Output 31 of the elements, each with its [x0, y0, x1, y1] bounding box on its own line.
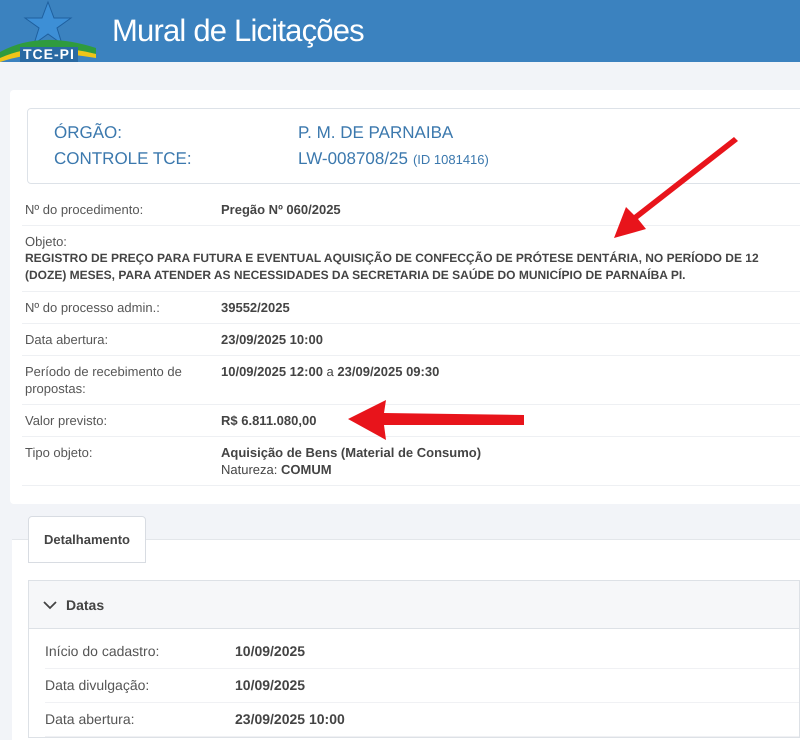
field-value: 10/09/2025: [235, 677, 306, 694]
field-label: Valor previsto:: [25, 412, 108, 429]
field-value: R$ 6.811.080,00: [221, 412, 316, 429]
field-label: Data abertura:: [45, 711, 136, 728]
tab[interactable]: Detalhamento: [28, 516, 146, 563]
field-value: Pregão Nº 060/2025: [221, 201, 341, 218]
field-value: 39552/2025: [221, 299, 290, 316]
field-label: Período de recebimento de propostas:: [25, 363, 183, 397]
id-text: (ID 1081416): [412, 151, 489, 169]
summary-value: P. M. DE PARNAIBA: [298, 122, 454, 144]
summary-label: ÓRGÃO:: [54, 122, 124, 144]
field-label: Objeto:: [25, 233, 68, 250]
field-label: Início do cadastro:: [45, 643, 160, 660]
field-value: 10/09/2025: [235, 643, 306, 660]
field-label: Nº do processo admin.:: [25, 299, 161, 316]
field-note: Natureza: COMUM: [221, 461, 333, 478]
field-label: Data divulgação:: [45, 677, 150, 694]
logo-text: TCE-PI: [20, 47, 78, 62]
chevron-icon: [43, 600, 57, 610]
page-title: Mural de Licitações: [112, 13, 364, 49]
field-value: 10/09/2025 12:00 a 23/09/2025 09:30: [221, 363, 440, 380]
field-value: 23/09/2025 10:00: [235, 711, 345, 728]
field-value: 23/09/2025 10:00: [221, 331, 323, 348]
summary-label: CONTROLE TCE:: [54, 148, 193, 170]
field-label: Data abertura:: [25, 331, 110, 348]
field-label: Nº do procedimento:: [25, 201, 144, 218]
field-label: Tipo objeto:: [25, 444, 94, 462]
field-value: Aquisição de Bens (Material de Consumo): [221, 444, 482, 461]
summary-value: LW-008708/25: [298, 148, 408, 170]
field-value: REGISTRO DE PREÇO PARA FUTURA E EVENTUAL AQUISIÇÃO DE CONFECÇÃO DE PRÓTESE DENTÁRIA, NO PERÍODO DE 12 (DOZE) MESES, PARA ATENDER AS NECESSIDADES DA SECRETARIA DE SAÚDE DO MUNICÍPIO DE PARNAÍBA PI.: [25, 250, 760, 284]
accordion-header[interactable]: Datas: [29, 581, 799, 629]
